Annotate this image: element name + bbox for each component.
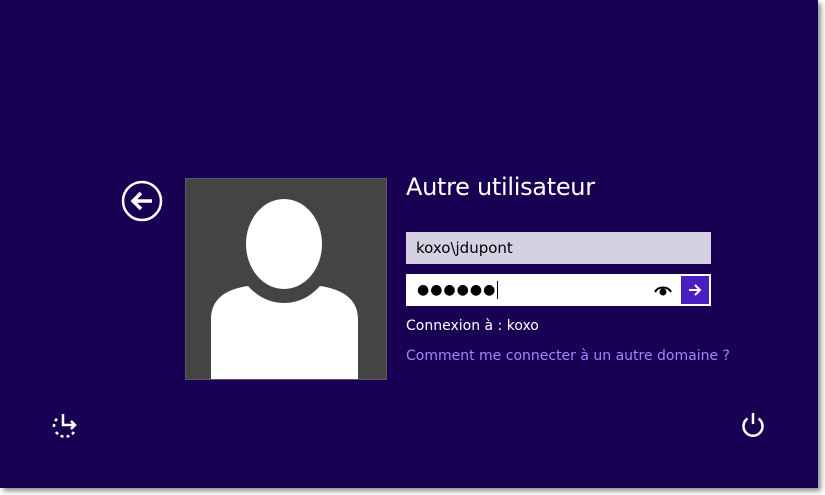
power-button[interactable] [739,410,767,440]
password-field[interactable]: ●●●●●● [406,274,711,306]
back-button[interactable] [121,180,163,222]
password-mask: ●●●●●● [417,282,497,298]
back-arrow-icon [121,180,163,222]
user-silhouette-icon [211,199,358,379]
page-title: Autre utilisateur [406,173,595,201]
username-field[interactable]: koxo\jdupont [406,232,711,264]
lock-screen: Autre utilisateur koxo\jdupont ●●●●●● Co… [0,0,818,488]
reveal-password-button[interactable] [652,280,674,300]
ease-of-access-icon [52,414,77,438]
text-caret [497,281,499,299]
arrow-right-icon [689,284,702,296]
connection-domain-label: Connexion à : koxo [406,318,539,334]
eye-icon [654,286,672,296]
ease-of-access-button[interactable] [50,411,80,441]
avatar [186,179,386,379]
submit-button[interactable] [681,276,709,304]
password-input[interactable]: ●●●●●● [417,276,499,304]
power-icon [742,413,764,437]
other-domain-link[interactable]: Comment me connecter à un autre domaine … [406,348,730,364]
